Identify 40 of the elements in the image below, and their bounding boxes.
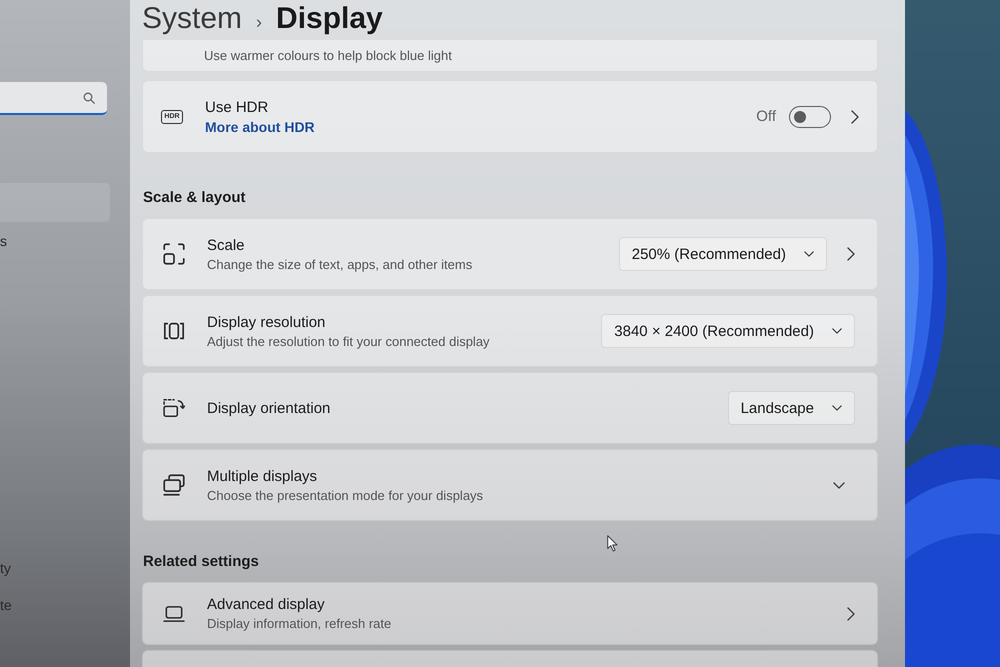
setting-description: Display information, refresh rate: [207, 616, 392, 631]
search-icon: [83, 92, 95, 104]
setting-title: Display orientation: [207, 400, 332, 416]
section-heading: Scale & layout: [143, 188, 247, 208]
setting-description: Choose the presentation mode for your displays: [207, 488, 484, 502]
setting-title: Scale: [207, 236, 246, 254]
dropdown[interactable]: Landscape: [728, 391, 855, 425]
toggle-switch[interactable]: [789, 106, 831, 128]
two-monitors-icon: [163, 474, 185, 496]
settings-card[interactable]: Multiple displays Choose the presentation mode for your displays: [142, 449, 878, 521]
chevron-down-icon: [804, 251, 814, 257]
learn-more-link[interactable]: More about HDR: [205, 118, 756, 134]
page-title: Display: [276, 1, 383, 37]
screen-rotation-icon: [163, 397, 185, 419]
chevron-right-icon: [847, 606, 855, 620]
settings-card[interactable]: Scale Change the size of text, apps, and other items 250% (Recommended): [142, 218, 878, 290]
dropdown[interactable]: 3840 × 2400 (Recommended): [601, 314, 855, 348]
settings-card[interactable]: Use warmer colours to help block blue light: [142, 40, 878, 72]
chevron-down-icon: [832, 328, 842, 334]
resolution-icon: [163, 320, 185, 342]
section-heading: Related settings: [143, 552, 260, 572]
breadcrumb-link[interactable]: System: [142, 0, 242, 38]
chevron-down-icon: [832, 405, 842, 411]
setting-description: Adjust the resolution to fit your connected display: [207, 334, 491, 348]
setting-title: Display resolution: [207, 314, 326, 330]
chevron-down-icon: [833, 482, 845, 488]
search-field[interactable]: [0, 82, 107, 115]
setting-title: Use HDR: [205, 98, 270, 116]
nav-item[interactable]: s: [0, 222, 110, 259]
setting-description: Change the size of text, apps, and other items: [207, 256, 474, 272]
scale-icon: [163, 243, 185, 265]
setting-title: Advanced display: [207, 596, 326, 613]
breadcrumb-separator: ›: [256, 11, 262, 34]
settings-card[interactable]: Advanced display Display information, refresh rate: [142, 582, 878, 645]
setting-description: Use warmer colours to help block blue light: [204, 48, 452, 63]
dropdown[interactable]: 250% (Recommended): [618, 237, 827, 271]
toggle-state-label: Off: [756, 108, 776, 125]
chevron-right-icon: [851, 110, 859, 124]
setting-title: Multiple displays: [207, 468, 318, 484]
mouse-pointer-icon: [607, 535, 618, 552]
